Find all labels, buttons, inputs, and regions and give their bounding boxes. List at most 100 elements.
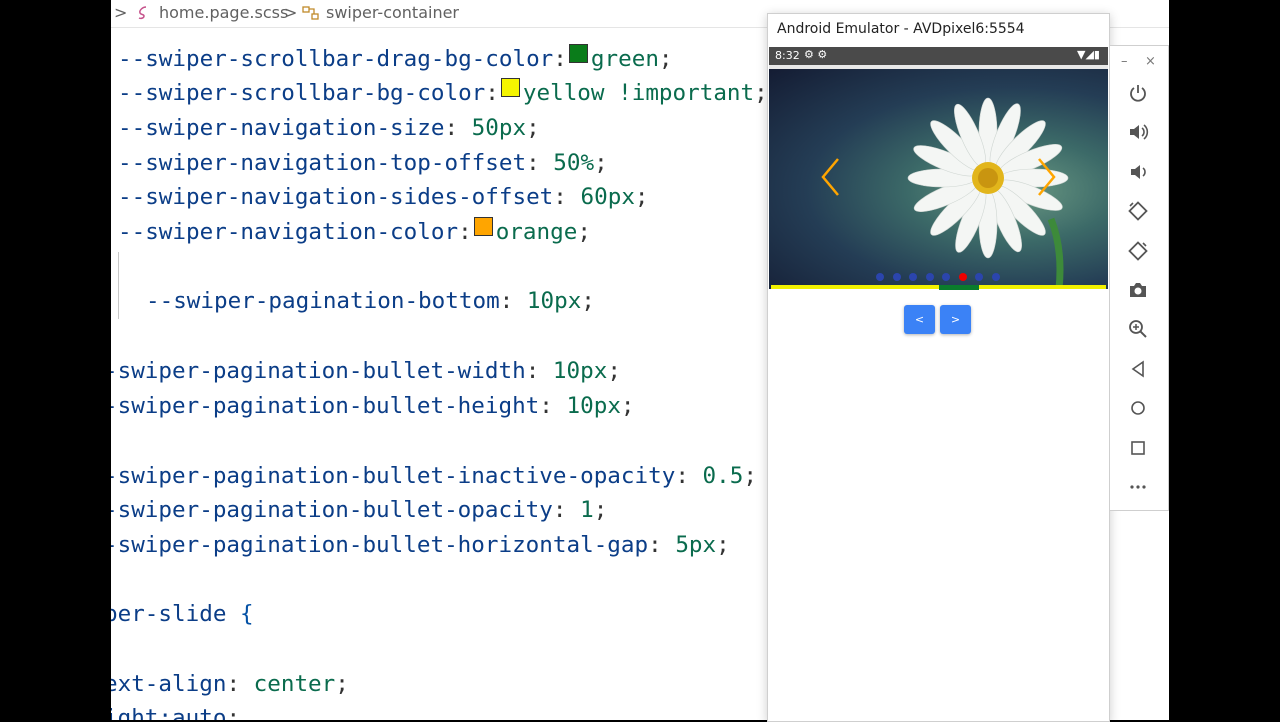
colon: :	[553, 184, 567, 210]
css-value: 5px	[661, 532, 717, 558]
semicolon: ;	[658, 46, 673, 72]
css-property: -swiper-pagination-bullet-inactive-opaci…	[111, 463, 676, 489]
css-value: 1	[566, 497, 594, 523]
semicolon: ;	[526, 115, 540, 141]
code-line[interactable]: -swiper-pagination-bullet-inactive-opaci…	[111, 461, 757, 491]
css-selector: per-slide	[111, 601, 227, 627]
semicolon: ;	[593, 497, 608, 523]
css-property: --swiper-navigation-top-offset	[118, 150, 527, 176]
symbol-icon	[302, 5, 320, 25]
css-property: ext-align	[111, 671, 227, 697]
code-line[interactable]: -swiper-pagination-bullet-opacity: 1;	[111, 495, 607, 525]
colon: :	[675, 463, 689, 489]
code-line[interactable]: ight:auto;	[111, 703, 240, 720]
css-property: --swiper-scrollbar-bg-color	[118, 80, 486, 106]
css-value: 50px	[458, 115, 527, 141]
pagination-bullet[interactable]	[975, 273, 983, 281]
home-icon[interactable]	[1127, 397, 1149, 419]
code-line[interactable]: ext-align: center;	[111, 669, 349, 699]
code-line[interactable]: --swiper-navigation-color: orange;	[118, 217, 591, 247]
code-line[interactable]: -swiper-pagination-bullet-height: 10px;	[111, 391, 635, 421]
semicolon: ;	[620, 393, 635, 419]
code-line[interactable]: --swiper-scrollbar-bg-color: yellow !impo…	[118, 78, 768, 108]
rotate-left-icon[interactable]	[1127, 200, 1149, 222]
semicolon: ;	[607, 358, 621, 384]
css-value: 50%	[539, 150, 595, 176]
css-property: --swiper-navigation-size	[118, 115, 445, 141]
breadcrumb-file[interactable]: home.page.scss	[159, 3, 288, 22]
zoom-icon[interactable]	[1127, 318, 1149, 340]
css-value: center	[240, 671, 336, 697]
css-property: -swiper-pagination-bullet-height	[111, 393, 540, 419]
pagination-bullet[interactable]	[909, 273, 917, 281]
swiper-next-arrow[interactable]	[1037, 157, 1057, 197]
next-button[interactable]: >	[940, 305, 971, 334]
swiper-scrollbar-drag[interactable]	[939, 285, 979, 290]
breadcrumb-chevron: >	[114, 3, 128, 22]
code-line[interactable]: per-slide {	[111, 599, 254, 629]
settings-icon: ⚙ ⚙	[804, 48, 828, 61]
css-value: 60px	[566, 184, 635, 210]
semicolon: ;	[335, 671, 349, 697]
pagination-bullet[interactable]	[942, 273, 950, 281]
colon: :	[485, 80, 499, 106]
volume-down-icon[interactable]	[1127, 161, 1149, 183]
code-line[interactable]: -swiper-pagination-bullet-horizontal-gap…	[111, 530, 730, 560]
prev-button[interactable]: <	[904, 305, 935, 334]
left-black-bar	[0, 0, 111, 720]
indent-guide	[118, 252, 119, 319]
pagination-bullet[interactable]	[958, 273, 967, 281]
swiper-prev-arrow[interactable]	[820, 157, 840, 197]
css-property: -swiper-pagination-bullet-opacity	[111, 497, 553, 523]
code-line[interactable]: -swiper-pagination-bullet-width: 10px;	[111, 356, 621, 386]
code-line[interactable]: --swiper-scrollbar-drag-bg-color: green;	[118, 44, 673, 74]
css-property: ight:auto	[111, 705, 227, 720]
color-swatch-green[interactable]	[568, 44, 588, 63]
css-value: 10px	[513, 288, 582, 314]
css-value: 10px	[552, 393, 621, 419]
pagination-bullet[interactable]	[991, 273, 1000, 281]
emulator-toolbar: – ×	[1109, 45, 1169, 511]
colon: ;	[226, 705, 241, 720]
css-property: --swiper-scrollbar-drag-bg-color	[118, 46, 554, 72]
power-icon[interactable]	[1127, 82, 1149, 104]
android-emulator-window[interactable]: Android Emulator - AVDpixel6:5554 8:32 ⚙…	[767, 13, 1110, 722]
semicolon: ;	[581, 288, 595, 314]
colon: :	[444, 115, 459, 141]
semicolon: ;	[754, 80, 768, 106]
css-property: --swiper-navigation-sides-offset	[118, 184, 554, 210]
css-property: --swiper-pagination-bottom	[146, 288, 500, 314]
close-button[interactable]: ×	[1145, 54, 1156, 69]
pagination-bullet[interactable]	[925, 273, 934, 281]
emulator-title: Android Emulator - AVDpixel6:5554	[777, 21, 1025, 37]
status-bar: 8:32 ⚙ ⚙ ▼◢▮	[769, 47, 1108, 65]
colon: :	[525, 358, 540, 384]
scss-file-icon	[135, 5, 151, 25]
css-value: 10px	[539, 358, 608, 384]
code-line[interactable]: --swiper-navigation-size: 50px;	[118, 113, 540, 143]
css-property: -swiper-pagination-bullet-horizontal-gap	[111, 532, 649, 558]
overview-icon[interactable]	[1127, 437, 1149, 459]
color-swatch-yellow[interactable]	[500, 78, 520, 97]
back-icon[interactable]	[1127, 358, 1149, 380]
colon: :	[458, 219, 472, 245]
semicolon: ;	[594, 150, 608, 176]
swiper-slide-image[interactable]	[769, 69, 1108, 289]
pagination-bullet[interactable]	[892, 273, 901, 281]
css-value: orange	[495, 219, 578, 245]
more-icon[interactable]	[1127, 476, 1149, 498]
volume-up-icon[interactable]	[1127, 121, 1149, 143]
minimize-button[interactable]: –	[1121, 54, 1128, 69]
breadcrumb-symbol[interactable]: swiper-container	[326, 3, 459, 22]
color-swatch-orange[interactable]	[473, 217, 493, 236]
rotate-right-icon[interactable]	[1127, 240, 1149, 262]
code-line[interactable]: --swiper-pagination-bottom: 10px;	[146, 286, 595, 316]
code-line[interactable]: --swiper-navigation-sides-offset: 60px;	[118, 182, 649, 212]
status-time: 8:32	[775, 49, 800, 62]
code-line[interactable]: --swiper-navigation-top-offset: 50%;	[118, 148, 608, 178]
css-property: -swiper-pagination-bullet-width	[111, 358, 526, 384]
camera-icon[interactable]	[1127, 279, 1149, 301]
pagination-bullet[interactable]	[876, 273, 884, 281]
semicolon: ;	[743, 463, 757, 489]
colon: :	[553, 46, 567, 72]
